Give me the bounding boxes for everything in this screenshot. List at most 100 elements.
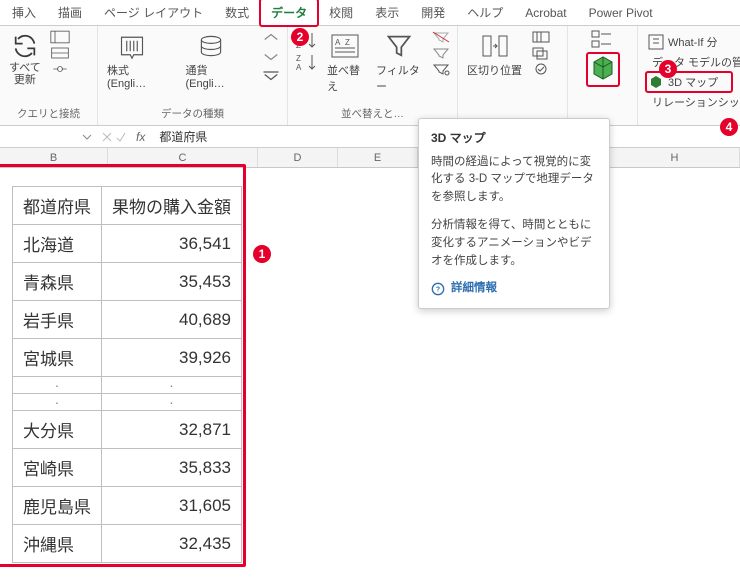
col-E[interactable]: E: [338, 148, 418, 167]
editlinks-icon[interactable]: [50, 62, 70, 76]
cell[interactable]: 36,541: [102, 225, 242, 263]
text-to-columns[interactable]: 区切り位置: [464, 30, 525, 80]
cancel-icon[interactable]: [100, 130, 114, 144]
table-header-row: 都道府県 果物の購入金額: [13, 187, 242, 225]
dots: ·: [102, 377, 242, 394]
refresh-all-button[interactable]: すべて 更新: [6, 30, 44, 88]
sort-label: 並べ替え: [327, 62, 364, 94]
column-headers: B C D E H: [0, 148, 740, 168]
cell[interactable]: 32,435: [102, 525, 242, 563]
cell[interactable]: 岩手県: [13, 301, 102, 339]
fx-icon[interactable]: fx: [128, 130, 153, 144]
group-datatypes-label: データの種類: [104, 106, 281, 121]
data-table-wrap: 都道府県 果物の購入金額 北海道36,541 青森県35,453 岩手県40,6…: [0, 168, 242, 563]
queries-icon[interactable]: [50, 30, 70, 44]
dropdown-icon[interactable]: [80, 130, 94, 144]
group-datatypes: 株式 (Engli… 通貨 (Engli… データの種類: [98, 26, 288, 125]
filter-clear-icon[interactable]: [431, 30, 451, 44]
cell[interactable]: 宮崎県: [13, 449, 102, 487]
stocks-label: 株式 (Engli…: [107, 62, 158, 90]
tab-developer[interactable]: 開発: [413, 0, 453, 25]
formula-value[interactable]: 都道府県: [153, 128, 213, 145]
cell[interactable]: 宮城県: [13, 339, 102, 377]
scroll-more-icon[interactable]: [261, 70, 281, 84]
header-amount[interactable]: 果物の購入金額: [102, 187, 242, 225]
group-forecast-icons: [568, 26, 638, 125]
scroll-up-icon[interactable]: [261, 30, 281, 44]
tab-view[interactable]: 表示: [367, 0, 407, 25]
currency-icon: [197, 32, 225, 60]
removedup-icon[interactable]: [531, 46, 551, 60]
filter-button[interactable]: フィルター: [373, 30, 425, 96]
tooltip-body-1: 時間の経過によって視覚的に変化する 3-D マップで地理データを参照します。: [431, 154, 597, 207]
tooltip-more-link[interactable]: ? 詳細情報: [431, 280, 597, 298]
filter-advanced-icon[interactable]: [431, 62, 451, 76]
group-datatools: 区切り位置: [458, 26, 568, 125]
sort-dialog-icon: AZ: [331, 32, 359, 60]
cell[interactable]: 31,605: [102, 487, 242, 525]
datavalidation-icon[interactable]: [531, 62, 551, 76]
callout-4: 4: [720, 118, 738, 136]
tab-formulas[interactable]: 数式: [217, 0, 257, 25]
tooltip-title: 3D マップ: [431, 129, 597, 148]
tab-data[interactable]: データ: [263, 0, 315, 25]
cell[interactable]: 35,833: [102, 449, 242, 487]
whatif-label: What-If 分: [668, 34, 718, 50]
cell[interactable]: 35,453: [102, 263, 242, 301]
map3d-menu-item[interactable]: 3D マップ: [648, 73, 730, 91]
datatype-stocks[interactable]: 株式 (Engli…: [104, 30, 161, 92]
cell[interactable]: 北海道: [13, 225, 102, 263]
col-H[interactable]: H: [610, 148, 740, 167]
tab-review[interactable]: 校閲: [321, 0, 361, 25]
whatif-button[interactable]: What-If 分: [648, 33, 730, 51]
table-row: 宮崎県35,833: [13, 449, 242, 487]
cell[interactable]: 39,926: [102, 339, 242, 377]
text-to-columns-icon: [481, 32, 509, 60]
enter-icon[interactable]: [114, 130, 128, 144]
svg-text:Z: Z: [296, 54, 301, 63]
sort-button[interactable]: AZ 並べ替え: [324, 30, 367, 96]
currency-label: 通貨 (Engli…: [186, 62, 237, 90]
col-C[interactable]: C: [108, 148, 258, 167]
cell[interactable]: 大分県: [13, 411, 102, 449]
tab-draw[interactable]: 描画: [50, 0, 90, 25]
consolidate-icon[interactable]: [591, 30, 615, 48]
cell[interactable]: 沖縄県: [13, 525, 102, 563]
header-pref[interactable]: 都道府県: [13, 187, 102, 225]
tab-help[interactable]: ヘルプ: [459, 0, 511, 25]
col-B[interactable]: B: [0, 148, 108, 167]
scroll-down-icon[interactable]: [261, 50, 281, 64]
tooltip-link-label: 詳細情報: [451, 280, 497, 298]
properties-icon[interactable]: [50, 46, 70, 60]
flashfill-icon[interactable]: [531, 30, 551, 44]
dots: ·: [102, 394, 242, 411]
datatools-mini: [531, 30, 551, 76]
map3d-trigger[interactable]: [588, 54, 618, 85]
table-row: 沖縄県32,435: [13, 525, 242, 563]
relationships-button[interactable]: リレーションシップ(: [648, 93, 730, 111]
tab-acrobat[interactable]: Acrobat: [517, 2, 574, 24]
tab-pagelayout[interactable]: ページ レイアウト: [96, 0, 211, 25]
col-D[interactable]: D: [258, 148, 338, 167]
ellipsis-row: ··: [13, 394, 242, 411]
datatypes-nav: [261, 30, 281, 84]
filter-reapply-icon[interactable]: [431, 46, 451, 60]
cell[interactable]: 鹿児島県: [13, 487, 102, 525]
tooltip-body-2: 分析情報を得て、時間とともに変化するアニメーションやビデオを作成します。: [431, 217, 597, 270]
ribbon-data: すべて 更新 クエリと接続 株式 (Engli… 通貨 (Engli…: [0, 26, 740, 126]
group-analyze: What-If 分 データ モデルの管 3D マップ リレーションシップ(: [638, 26, 740, 125]
cell[interactable]: 40,689: [102, 301, 242, 339]
table-row: 宮城県39,926: [13, 339, 242, 377]
cell[interactable]: 青森県: [13, 263, 102, 301]
map3d-small-icon: [648, 74, 664, 90]
queries-mini-icons: [50, 30, 70, 76]
worksheet[interactable]: 都道府県 果物の購入金額 北海道36,541 青森県35,453 岩手県40,6…: [0, 168, 740, 563]
tooltip-3dmap: 3D マップ 時間の経過によって視覚的に変化する 3-D マップで地理データを参…: [418, 118, 610, 309]
datatype-currency[interactable]: 通貨 (Engli…: [183, 30, 240, 92]
sort-desc-icon[interactable]: ZA: [294, 52, 318, 72]
tab-insert[interactable]: 挿入: [4, 0, 44, 25]
text-to-columns-label: 区切り位置: [467, 62, 522, 78]
table-row: 鹿児島県31,605: [13, 487, 242, 525]
tab-powerpivot[interactable]: Power Pivot: [581, 2, 661, 24]
cell[interactable]: 32,871: [102, 411, 242, 449]
